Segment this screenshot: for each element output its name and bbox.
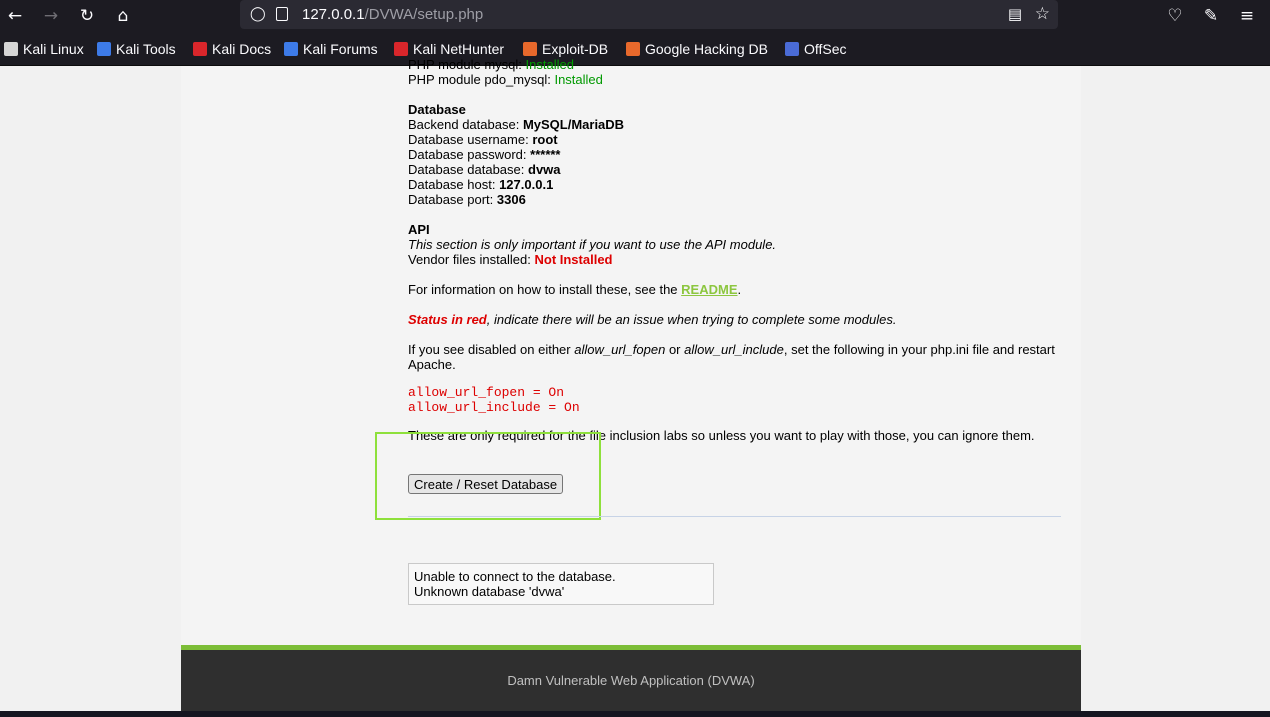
bookmark-kali-linux[interactable]: Kali Linux xyxy=(4,41,84,57)
backend-label: Backend database: xyxy=(408,117,520,132)
url-path: /DVWA/setup.php xyxy=(364,6,484,23)
menu-icon[interactable]: ≡ xyxy=(1235,4,1259,28)
offsec-icon xyxy=(785,42,799,56)
bookmark-kali-tools[interactable]: Kali Tools xyxy=(97,41,176,57)
status-rest-text: , indicate there will be an issue when t… xyxy=(486,312,897,327)
desktop-strip xyxy=(0,711,1270,717)
bookmark-label: Kali NetHunter xyxy=(413,41,505,57)
reader-view-icon[interactable]: ▤ xyxy=(1008,5,1022,23)
shield-icon[interactable]: ◯ xyxy=(250,6,266,23)
vendor-status: Not Installed xyxy=(534,252,613,267)
php-mysql-status: Installed xyxy=(525,57,574,72)
database-name-label: Database database: xyxy=(408,162,525,177)
port-label: Database port: xyxy=(408,192,494,207)
php-mysql-label: PHP module mysql: xyxy=(408,57,522,72)
pocket-icon[interactable]: ♡ xyxy=(1163,4,1187,28)
bookmark-label: Google Hacking DB xyxy=(645,41,768,57)
footer-text: Damn Vulnerable Web Application (DVWA) xyxy=(507,673,755,688)
opt-fopen: allow_url_fopen xyxy=(574,342,666,357)
api-heading: API xyxy=(408,222,430,237)
nethunter-icon xyxy=(394,42,408,56)
bookmark-label: Kali Docs xyxy=(212,41,272,57)
url-bar[interactable]: ◯ 127.0.0.1/DVWA/setup.php ▤ ☆ xyxy=(240,0,1058,29)
or-text: or xyxy=(668,342,681,357)
php-modules: PHP module mysql: Installed PHP module p… xyxy=(408,57,603,87)
url-text[interactable]: 127.0.0.1/DVWA/setup.php xyxy=(302,6,483,23)
bookmark-label: Kali Forums xyxy=(303,41,378,57)
bookmark-label: Kali Tools xyxy=(116,41,176,57)
readme-suffix: . xyxy=(737,282,742,297)
message-box: Unable to connect to the database. Unkno… xyxy=(408,563,714,605)
footer: Damn Vulnerable Web Application (DVWA) xyxy=(181,650,1081,712)
reload-icon[interactable]: ↻ xyxy=(75,4,99,28)
vendor-label: Vendor files installed: xyxy=(408,252,531,267)
host-value: 127.0.0.1 xyxy=(499,177,554,192)
home-icon[interactable]: ⌂ xyxy=(111,4,135,28)
message-line-2: Unknown database 'dvwa' xyxy=(414,584,565,599)
kali-docs-icon xyxy=(193,42,207,56)
page-icon xyxy=(276,7,288,21)
bookmark-google-hacking-db[interactable]: Google Hacking DB xyxy=(626,41,768,57)
username-label: Database username: xyxy=(408,132,529,147)
password-label: Database password: xyxy=(408,147,527,162)
status-note: Status in red, indicate there will be an… xyxy=(408,312,896,327)
page-body: PHP module mysql: Installed PHP module p… xyxy=(181,57,1081,717)
bookmark-label: Kali Linux xyxy=(23,41,84,57)
disabled-suffix: , set the following in your php.ini file… xyxy=(783,342,1055,357)
backend-value: MySQL/MariaDB xyxy=(522,117,625,132)
exploit-db-icon xyxy=(523,42,537,56)
code-line-2: allow_url_include = On xyxy=(408,400,580,415)
php-pdo-label: PHP module pdo_mysql: xyxy=(408,72,551,87)
kali-dragon-icon xyxy=(4,42,18,56)
bookmark-kali-nethunter[interactable]: Kali NetHunter xyxy=(394,41,504,57)
readme-prefix: For information on how to install these,… xyxy=(408,282,678,297)
disabled-note: If you see disabled on either allow_url_… xyxy=(408,342,1068,372)
back-icon[interactable]: ← xyxy=(3,4,27,28)
readme-line: For information on how to install these,… xyxy=(408,282,741,297)
bookmark-exploit-db[interactable]: Exploit-DB xyxy=(523,41,608,57)
bookmark-kali-docs[interactable]: Kali Docs xyxy=(193,41,271,57)
highlight-box xyxy=(375,432,601,520)
forward-icon[interactable]: → xyxy=(39,4,63,28)
bookmark-offsec[interactable]: OffSec xyxy=(785,41,847,57)
code-line-1: allow_url_fopen = On xyxy=(408,385,565,400)
readme-link[interactable]: README xyxy=(681,282,737,297)
username-value: root xyxy=(532,132,558,147)
star-icon[interactable]: ☆ xyxy=(1035,4,1050,24)
ghdb-icon xyxy=(626,42,640,56)
url-host: 127.0.0.1 xyxy=(302,6,365,23)
divider xyxy=(408,516,1061,517)
port-value: 3306 xyxy=(496,192,526,207)
api-note: This section is only important if you wa… xyxy=(408,237,777,252)
bookmark-label: Exploit-DB xyxy=(542,41,609,57)
database-section: Database Backend database: MySQL/MariaDB… xyxy=(408,102,624,207)
host-label: Database host: xyxy=(408,177,496,192)
opt-include: allow_url_include xyxy=(684,342,784,357)
disabled-prefix: If you see disabled on either xyxy=(408,342,571,357)
bookmark-kali-forums[interactable]: Kali Forums xyxy=(284,41,378,57)
kali-forums-icon xyxy=(284,42,298,56)
database-name-value: dvwa xyxy=(528,162,561,177)
bookmark-label: OffSec xyxy=(804,41,847,57)
browser-toolbar: ← → ↻ ⌂ ◯ 127.0.0.1/DVWA/setup.php ▤ ☆ ♡… xyxy=(0,0,1270,32)
php-ini-code: allow_url_fopen = On allow_url_include =… xyxy=(408,385,580,415)
php-pdo-status: Installed xyxy=(554,72,603,87)
database-heading: Database xyxy=(408,102,466,117)
extensions-icon[interactable]: ✎ xyxy=(1199,4,1223,28)
disabled-line2: Apache. xyxy=(408,357,456,372)
bookmarks-bar: Kali Linux Kali Tools Kali Docs Kali For… xyxy=(0,32,1270,66)
api-section: API This section is only important if yo… xyxy=(408,222,776,267)
password-value: ****** xyxy=(530,147,561,162)
kali-tools-icon xyxy=(97,42,111,56)
status-red-text: Status in red xyxy=(408,312,487,327)
message-line-1: Unable to connect to the database. xyxy=(414,569,616,584)
